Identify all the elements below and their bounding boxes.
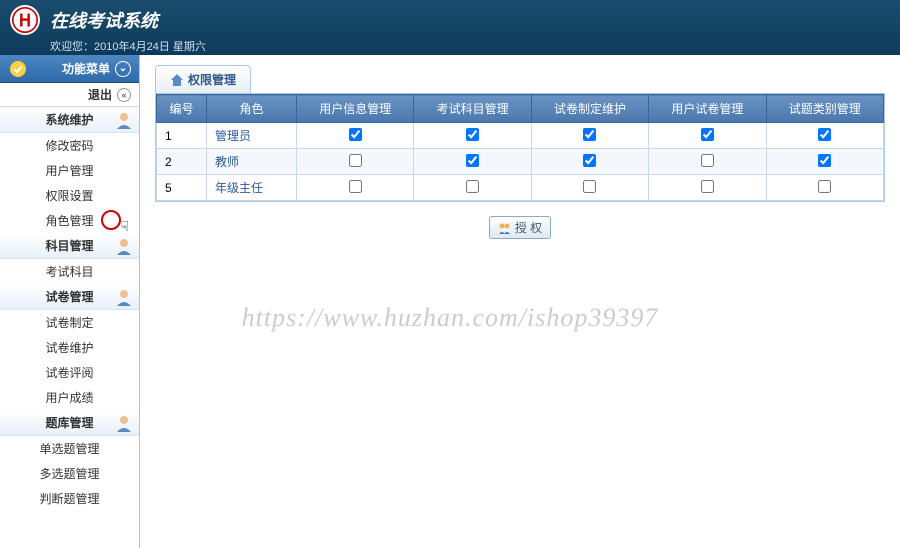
cell-perm: [649, 123, 766, 149]
sidebar-item-change-password[interactable]: 修改密码: [0, 133, 139, 158]
panel-body: 编号 角色 用户信息管理 考试科目管理 试卷制定维护 用户试卷管理 试题类别管理…: [155, 93, 885, 202]
avatar-icon: [115, 237, 133, 255]
perm-checkbox[interactable]: [701, 154, 714, 167]
panel-tab[interactable]: 权限管理: [155, 65, 251, 93]
cell-perm: [649, 149, 766, 175]
main-panel: 权限管理 编号 角色 用户信息管理 考试科目管理 试卷制定维护 用户试卷管理 试…: [140, 55, 900, 548]
col-id: 编号: [157, 95, 207, 123]
perm-checkbox[interactable]: [583, 154, 596, 167]
col-user-paper: 用户试卷管理: [649, 95, 766, 123]
role-link[interactable]: 年级主任: [215, 181, 263, 195]
app-header: 在线考试系统 欢迎您：2010年4月24日 星期六: [0, 0, 900, 55]
cell-perm: [766, 149, 883, 175]
cell-perm: [297, 149, 414, 175]
collapse-icon[interactable]: ⌄: [115, 61, 131, 77]
col-user-info: 用户信息管理: [297, 95, 414, 123]
app-title: 在线考试系统: [50, 7, 158, 33]
cell-role: 管理员: [207, 123, 297, 149]
menu-group-subject: 科目管理 考试科目: [0, 233, 139, 284]
sidebar-item-exam-subject[interactable]: 考试科目: [0, 259, 139, 284]
menu-header[interactable]: 功能菜单 ⌄: [0, 55, 139, 83]
menu-group-paper: 试卷管理 试卷制定 试卷维护 试卷评阅 用户成绩: [0, 284, 139, 410]
perm-checkbox[interactable]: [583, 128, 596, 141]
sidebar-item-user-manage[interactable]: 用户管理: [0, 158, 139, 183]
perm-checkbox[interactable]: [349, 128, 362, 141]
perm-checkbox[interactable]: [701, 180, 714, 193]
col-question-type: 试题类别管理: [766, 95, 883, 123]
menu-group-title[interactable]: 系统维护: [0, 107, 139, 133]
perm-checkbox[interactable]: [349, 154, 362, 167]
avatar-icon: [115, 111, 133, 129]
cell-role: 教师: [207, 149, 297, 175]
table-row: 5 年级主任: [157, 175, 884, 201]
role-link[interactable]: 管理员: [215, 129, 251, 143]
perm-checkbox[interactable]: [466, 128, 479, 141]
table-row: 1 管理员: [157, 123, 884, 149]
sidebar-item-judge[interactable]: 判断题管理: [0, 486, 139, 511]
col-subject: 考试科目管理: [414, 95, 531, 123]
sidebar: 功能菜单 ⌄ 退出 « 系统维护 修改密码 用户管理 权限设置 角色管理 ☟ 科…: [0, 55, 140, 548]
cell-perm: [297, 123, 414, 149]
cell-id: 2: [157, 149, 207, 175]
cell-perm: [531, 123, 648, 149]
menu-group-title[interactable]: 科目管理: [0, 233, 139, 259]
permission-table: 编号 角色 用户信息管理 考试科目管理 试卷制定维护 用户试卷管理 试题类别管理…: [156, 94, 884, 201]
cell-perm: [531, 149, 648, 175]
cell-perm: [766, 175, 883, 201]
cell-perm: [414, 149, 531, 175]
home-icon: [170, 73, 184, 87]
sidebar-item-paper-review[interactable]: 试卷评阅: [0, 360, 139, 385]
welcome-text: 欢迎您：2010年4月24日 星期六: [50, 38, 206, 54]
col-role: 角色: [207, 95, 297, 123]
cell-id: 5: [157, 175, 207, 201]
perm-checkbox[interactable]: [701, 128, 714, 141]
cell-perm: [531, 175, 648, 201]
cell-perm: [766, 123, 883, 149]
role-link[interactable]: 教师: [215, 155, 239, 169]
menu-group-question: 题库管理 单选题管理 多选题管理 判断题管理: [0, 410, 139, 511]
sidebar-item-paper-create[interactable]: 试卷制定: [0, 310, 139, 335]
cell-id: 1: [157, 123, 207, 149]
perm-checkbox[interactable]: [818, 180, 831, 193]
menu-group-system: 系统维护 修改密码 用户管理 权限设置 角色管理 ☟: [0, 107, 139, 233]
table-row: 2 教师: [157, 149, 884, 175]
cell-role: 年级主任: [207, 175, 297, 201]
col-paper: 试卷制定维护: [531, 95, 648, 123]
sidebar-item-paper-maintain[interactable]: 试卷维护: [0, 335, 139, 360]
cell-perm: [414, 175, 531, 201]
sidebar-item-perm-setting[interactable]: 权限设置: [0, 183, 139, 208]
perm-checkbox[interactable]: [466, 154, 479, 167]
authorize-icon: [498, 222, 512, 234]
exit-button[interactable]: 退出 «: [0, 83, 139, 107]
sidebar-item-role-manage[interactable]: 角色管理 ☟: [0, 208, 139, 233]
menu-group-title[interactable]: 题库管理: [0, 410, 139, 436]
avatar-icon: [115, 414, 133, 432]
app-logo: [10, 5, 40, 35]
sidebar-item-single-choice[interactable]: 单选题管理: [0, 436, 139, 461]
collapse-left-icon: «: [117, 88, 131, 102]
perm-checkbox[interactable]: [349, 180, 362, 193]
avatar-icon: [115, 288, 133, 306]
cell-perm: [649, 175, 766, 201]
perm-checkbox[interactable]: [818, 128, 831, 141]
cell-perm: [414, 123, 531, 149]
sidebar-item-multi-choice[interactable]: 多选题管理: [0, 461, 139, 486]
perm-checkbox[interactable]: [583, 180, 596, 193]
menu-icon: [8, 59, 28, 79]
authorize-button[interactable]: 授 权: [489, 216, 551, 239]
perm-checkbox[interactable]: [466, 180, 479, 193]
perm-checkbox[interactable]: [818, 154, 831, 167]
menu-group-title[interactable]: 试卷管理: [0, 284, 139, 310]
sidebar-item-user-score[interactable]: 用户成绩: [0, 385, 139, 410]
cell-perm: [297, 175, 414, 201]
menu-title-label: 功能菜单: [62, 60, 110, 77]
